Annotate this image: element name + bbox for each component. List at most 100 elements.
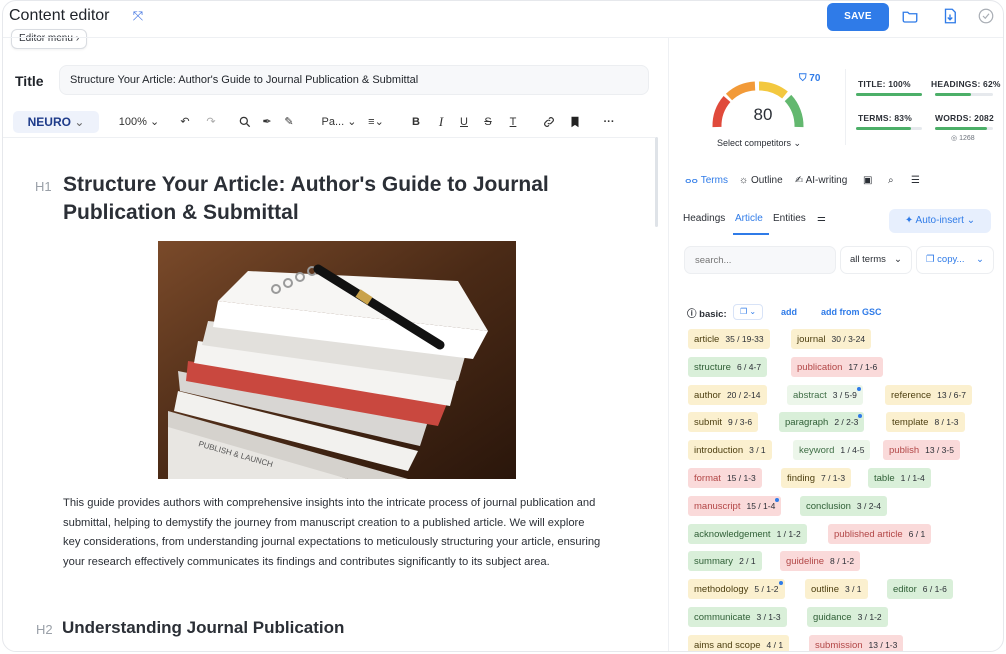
undo-icon[interactable]: ↶ bbox=[177, 111, 193, 133]
images-icon[interactable]: ▣ bbox=[863, 175, 872, 186]
bold-icon[interactable]: B bbox=[409, 111, 423, 133]
term-chip[interactable]: conclusion 3 / 2-4 bbox=[800, 495, 887, 516]
chevron-down-icon: ⌄ bbox=[894, 254, 902, 265]
term-chip[interactable]: publication 17 / 1-6 bbox=[791, 356, 884, 377]
search-icon[interactable] bbox=[237, 111, 253, 133]
term-chip[interactable]: guidance 3 / 1-2 bbox=[807, 607, 888, 627]
term-chip[interactable]: article 35 / 19-33 bbox=[688, 329, 770, 349]
export-icon[interactable] bbox=[941, 7, 959, 25]
select-competitors-dropdown[interactable]: Select competitors ⌄ bbox=[717, 138, 801, 149]
expand-icon[interactable]: ⤧ bbox=[131, 9, 145, 23]
tab-ai-writing[interactable]: ✍ AI-writing bbox=[795, 175, 847, 186]
term-chip[interactable]: acknowledgement 1 / 1-2 bbox=[688, 523, 807, 544]
term-chip[interactable]: editor 6 / 1-6 bbox=[887, 579, 953, 600]
editor-scrollbar[interactable] bbox=[655, 137, 658, 227]
term-chip[interactable]: aims and scope 4 / 1 bbox=[688, 634, 790, 651]
term-chip[interactable]: communicate 3 / 1-3 bbox=[688, 607, 787, 627]
basic-label: ⓘ basic: bbox=[687, 306, 727, 320]
pen-icon[interactable]: ✒ bbox=[259, 111, 275, 133]
tab-terms[interactable]: ⴰⴰ Terms bbox=[685, 175, 728, 186]
subtab-entities[interactable]: Entities bbox=[773, 213, 806, 224]
term-chip-label: methodology bbox=[694, 584, 749, 596]
term-chip[interactable]: summary 2 / 1 bbox=[688, 551, 762, 572]
terms-filter-select[interactable]: all terms ⌄ bbox=[840, 246, 912, 274]
save-button[interactable]: SAVE bbox=[827, 3, 889, 31]
highlighter-icon[interactable]: ✎ bbox=[281, 111, 297, 133]
info-icon: ⓘ bbox=[687, 309, 697, 320]
more-icon[interactable]: ··· bbox=[599, 111, 619, 133]
metric-headings-fill bbox=[935, 93, 971, 96]
folder-icon[interactable] bbox=[901, 7, 919, 25]
copy-terms-select[interactable]: ❐ copy... ⌄ bbox=[916, 246, 994, 274]
term-chip-label: guideline bbox=[786, 556, 825, 568]
term-chip-count: 13 / 3-5 bbox=[925, 445, 954, 456]
strikethrough-icon[interactable]: S bbox=[481, 111, 495, 133]
competitor-score: ⛉ 70 bbox=[799, 73, 820, 84]
term-chip[interactable]: table 1 / 1-4 bbox=[868, 468, 931, 488]
term-chip[interactable]: template 8 / 1-3 bbox=[886, 412, 965, 433]
redo-icon[interactable]: ↷ bbox=[203, 111, 219, 133]
body-paragraph[interactable]: This guide provides authors with compreh… bbox=[63, 494, 603, 572]
term-chip[interactable]: format 15 / 1-3 bbox=[688, 468, 762, 488]
h2-heading[interactable]: Understanding Journal Publication bbox=[62, 618, 344, 638]
bookmark-icon[interactable] bbox=[567, 111, 583, 133]
term-chip[interactable]: methodology 5 / 1-2 bbox=[688, 579, 785, 600]
metric-words: WORDS: 2082 bbox=[935, 113, 994, 123]
editor-menu-button[interactable]: Editor menu › bbox=[11, 29, 88, 49]
italic-icon[interactable]: I bbox=[434, 111, 448, 133]
term-chip[interactable]: guideline 8 / 1-2 bbox=[780, 551, 861, 572]
term-chip[interactable]: submission 13 / 1-3 bbox=[809, 634, 904, 651]
chevron-down-icon: ⌄ bbox=[149, 116, 160, 128]
term-chip[interactable]: submit 9 / 3-6 bbox=[688, 412, 759, 433]
subtab-article[interactable]: Article bbox=[735, 213, 763, 224]
auto-insert-button[interactable]: ✦ Auto-insert ⌄ bbox=[889, 209, 991, 233]
tab-terms-label: Terms bbox=[700, 175, 728, 186]
term-chip-count: 1 / 4-5 bbox=[840, 445, 865, 456]
term-chip-label: finding bbox=[787, 473, 815, 484]
underline-icon[interactable]: U bbox=[457, 111, 471, 133]
add-from-gsc-link[interactable]: add from GSC bbox=[821, 307, 882, 317]
term-chip-label: editor bbox=[893, 584, 917, 596]
term-chip[interactable]: published article 6 / 1 bbox=[828, 523, 932, 544]
terms-search-input[interactable] bbox=[684, 246, 836, 274]
term-chip[interactable]: outline 3 / 1 bbox=[805, 579, 868, 600]
link-icon[interactable] bbox=[541, 111, 557, 133]
small-count-value: 1268 bbox=[959, 135, 975, 142]
zoom-select[interactable]: 100% ⌄ bbox=[117, 111, 161, 133]
term-chip[interactable]: journal 30 / 3-24 bbox=[791, 329, 872, 349]
align-icon[interactable]: ≡⌄ bbox=[363, 111, 389, 133]
tab-outline[interactable]: ☼ Outline bbox=[739, 175, 783, 186]
paragraph-select[interactable]: Pa... ⌄ bbox=[319, 111, 359, 133]
neuro-button[interactable]: NEURO ⌄ bbox=[13, 111, 99, 133]
term-chip[interactable]: reference 13 / 6-7 bbox=[885, 384, 972, 405]
filter-settings-icon[interactable]: ⚌ bbox=[817, 213, 826, 224]
h1-tag: H1 bbox=[35, 179, 52, 194]
add-term-link[interactable]: add bbox=[781, 307, 797, 317]
copy-basic-terms-icon[interactable]: ❐ ⌄ bbox=[733, 304, 763, 320]
term-chip[interactable]: author 20 / 2-14 bbox=[688, 384, 767, 405]
term-chip[interactable]: introduction 3 / 1 bbox=[688, 440, 772, 461]
panel-divider bbox=[668, 37, 669, 651]
chat-icon[interactable]: ⌕ bbox=[888, 175, 894, 186]
term-chip[interactable]: manuscript 15 / 1-4 bbox=[688, 495, 782, 516]
term-chip[interactable]: publish 13 / 3-5 bbox=[883, 440, 960, 461]
term-chip[interactable]: finding 7 / 1-3 bbox=[781, 468, 852, 488]
term-new-indicator bbox=[856, 386, 861, 391]
check-circle-icon[interactable] bbox=[977, 7, 995, 25]
term-chip-count: 1 / 1-2 bbox=[776, 528, 801, 539]
term-chip[interactable]: keyword 1 / 4-5 bbox=[793, 440, 871, 461]
term-chip[interactable]: abstract 3 / 5-9 bbox=[787, 384, 863, 405]
clear-format-icon[interactable]: T bbox=[506, 111, 520, 133]
term-chip-label: outline bbox=[811, 584, 839, 596]
list-icon[interactable]: ☰ bbox=[911, 175, 920, 186]
h1-heading[interactable]: Structure Your Article: Author's Guide t… bbox=[63, 171, 623, 227]
term-chip-count: 13 / 6-7 bbox=[937, 389, 966, 400]
metric-headings-bar bbox=[935, 93, 993, 96]
term-chip-label: format bbox=[694, 473, 721, 484]
term-chip[interactable]: paragraph 2 / 2-3 bbox=[779, 412, 865, 433]
term-chip[interactable]: structure 6 / 4-7 bbox=[688, 356, 768, 377]
subtab-headings[interactable]: Headings bbox=[683, 213, 725, 224]
title-input[interactable]: Structure Your Article: Author's Guide t… bbox=[59, 65, 649, 95]
term-chip-count: 15 / 1-4 bbox=[746, 500, 776, 511]
term-chip-count: 13 / 1-3 bbox=[868, 639, 898, 650]
